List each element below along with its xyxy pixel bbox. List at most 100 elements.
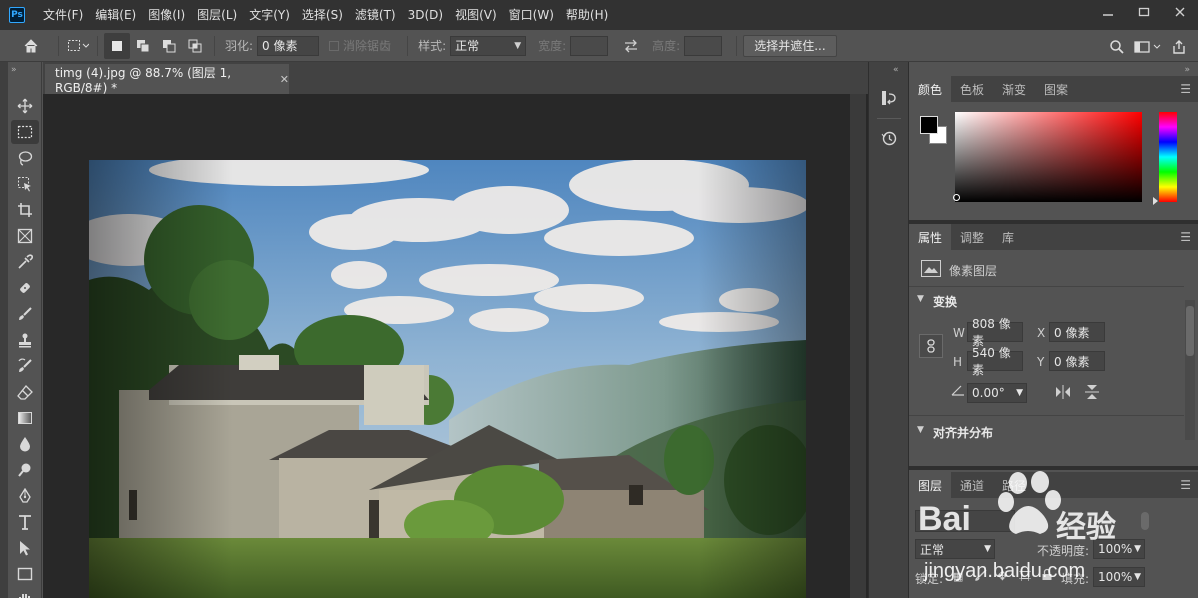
lock-all-icon[interactable] bbox=[1041, 568, 1053, 585]
blend-mode-select[interactable]: 正常 ▼ bbox=[915, 539, 995, 559]
lock-paint-icon[interactable] bbox=[975, 569, 987, 585]
dodge-tool-icon[interactable] bbox=[11, 458, 39, 482]
crop-tool-icon[interactable] bbox=[11, 198, 39, 222]
frame-tool-icon[interactable] bbox=[11, 224, 39, 248]
close-tab-icon[interactable]: ✕ bbox=[280, 73, 289, 86]
width-input[interactable]: 808 像素 bbox=[967, 317, 1023, 348]
layer-filter-select[interactable] bbox=[915, 510, 1015, 532]
tab-gradients[interactable]: 渐变 bbox=[993, 76, 1035, 102]
rectangular-marquee-tool-icon[interactable] bbox=[11, 120, 39, 144]
height-input[interactable] bbox=[684, 35, 723, 56]
menu-file[interactable]: 文件(F) bbox=[37, 0, 89, 30]
menu-image[interactable]: 图像(I) bbox=[142, 0, 191, 30]
swap-icon[interactable] bbox=[618, 33, 644, 59]
width-input[interactable] bbox=[570, 35, 609, 56]
intersect-selection-icon[interactable] bbox=[182, 33, 208, 59]
history-panel-icon[interactable] bbox=[877, 126, 901, 150]
menu-filter[interactable]: 滤镜(T) bbox=[349, 0, 402, 30]
style-select[interactable]: 正常 ▼ bbox=[450, 35, 527, 56]
y-input[interactable]: 0 像素 bbox=[1049, 351, 1105, 371]
align-distribute-section-title[interactable]: 对齐并分布 bbox=[933, 424, 993, 441]
x-input[interactable]: 0 像素 bbox=[1049, 322, 1105, 342]
home-icon[interactable] bbox=[18, 33, 44, 59]
transform-section-title[interactable]: 变换 bbox=[933, 293, 957, 310]
object-selection-tool-icon[interactable] bbox=[11, 172, 39, 196]
collapse-arrows-icon[interactable]: » bbox=[1184, 65, 1190, 75]
type-tool-icon[interactable] bbox=[11, 510, 39, 534]
panel-menu-icon[interactable]: ☰ bbox=[1180, 478, 1191, 492]
brush-tool-icon[interactable] bbox=[11, 302, 39, 326]
path-selection-tool-icon[interactable] bbox=[11, 536, 39, 560]
workspace-icon[interactable] bbox=[1130, 34, 1166, 60]
panel-menu-icon[interactable]: ☰ bbox=[1180, 230, 1191, 244]
feather-input[interactable]: 0 像素 bbox=[257, 35, 320, 56]
add-selection-icon[interactable] bbox=[130, 33, 156, 59]
flip-horizontal-icon[interactable] bbox=[1055, 385, 1071, 403]
fill-input[interactable]: 100% ▼ bbox=[1093, 567, 1145, 587]
menu-select[interactable]: 选择(S) bbox=[296, 0, 349, 30]
filter-toggle[interactable] bbox=[1141, 512, 1149, 530]
clone-stamp-tool-icon[interactable] bbox=[11, 328, 39, 352]
subtract-selection-icon[interactable] bbox=[156, 33, 182, 59]
tab-channels[interactable]: 通道 bbox=[951, 472, 993, 498]
menu-3d[interactable]: 3D(D) bbox=[402, 0, 449, 30]
panel-menu-icon[interactable]: ☰ bbox=[1180, 82, 1191, 96]
chevron-down-icon[interactable]: ▼ bbox=[917, 294, 924, 304]
search-icon[interactable] bbox=[1104, 34, 1130, 60]
lock-transparent-icon[interactable]: ▦ bbox=[953, 570, 963, 583]
angle-input[interactable]: 0.00° ▼ bbox=[967, 383, 1027, 403]
opacity-input[interactable]: 100% ▼ bbox=[1093, 539, 1145, 559]
tab-properties[interactable]: 属性 bbox=[909, 224, 952, 250]
move-tool-icon[interactable] bbox=[11, 94, 39, 118]
maximize-icon[interactable] bbox=[1126, 0, 1162, 24]
new-selection-icon[interactable] bbox=[104, 32, 130, 59]
flip-vertical-icon[interactable] bbox=[1085, 384, 1099, 404]
foreground-color-swatch[interactable] bbox=[920, 116, 938, 134]
antialias-checkbox[interactable] bbox=[329, 40, 340, 51]
menu-edit[interactable]: 编辑(E) bbox=[89, 0, 142, 30]
tab-layers[interactable]: 图层 bbox=[909, 472, 952, 498]
tab-patterns[interactable]: 图案 bbox=[1035, 76, 1077, 102]
pen-tool-icon[interactable] bbox=[11, 484, 39, 508]
select-and-mask-button[interactable]: 选择并遮住... bbox=[743, 34, 837, 57]
lock-artboard-icon[interactable] bbox=[1019, 569, 1031, 585]
scrollbar-thumb[interactable] bbox=[1186, 306, 1194, 356]
hue-slider[interactable] bbox=[1159, 112, 1177, 202]
menu-view[interactable]: 视图(V) bbox=[449, 0, 503, 30]
share-icon[interactable] bbox=[1166, 34, 1192, 60]
height-input[interactable]: 540 像素 bbox=[967, 346, 1023, 377]
healing-brush-tool-icon[interactable] bbox=[11, 276, 39, 300]
close-icon[interactable] bbox=[1162, 0, 1198, 24]
blur-tool-icon[interactable] bbox=[11, 432, 39, 456]
history-brush-tool-icon[interactable] bbox=[11, 354, 39, 378]
tab-adjustments[interactable]: 调整 bbox=[951, 224, 993, 250]
document-tab[interactable]: timg (4).jpg @ 88.7% (图层 1, RGB/8#) * ✕ bbox=[45, 64, 289, 95]
tab-color[interactable]: 颜色 bbox=[909, 76, 952, 102]
marquee-preset-icon[interactable] bbox=[65, 33, 91, 59]
menu-window[interactable]: 窗口(W) bbox=[503, 0, 560, 30]
color-field[interactable] bbox=[955, 112, 1142, 202]
vertical-scrollbar[interactable] bbox=[850, 94, 866, 598]
menu-layer[interactable]: 图层(L) bbox=[191, 0, 243, 30]
lock-move-icon[interactable]: ✥ bbox=[997, 569, 1008, 584]
gradient-tool-icon[interactable] bbox=[11, 406, 39, 430]
hue-slider-handle[interactable] bbox=[1153, 197, 1158, 205]
lasso-tool-icon[interactable] bbox=[11, 146, 39, 170]
menu-type[interactable]: 文字(Y) bbox=[243, 0, 296, 30]
canvas-image[interactable] bbox=[89, 160, 806, 598]
eraser-tool-icon[interactable] bbox=[11, 380, 39, 404]
tab-paths[interactable]: 路径 bbox=[993, 472, 1035, 498]
tab-libraries[interactable]: 库 bbox=[993, 224, 1023, 250]
minimize-icon[interactable] bbox=[1090, 0, 1126, 24]
properties-scrollbar[interactable] bbox=[1185, 300, 1195, 440]
eyedropper-tool-icon[interactable] bbox=[11, 250, 39, 274]
tab-swatches[interactable]: 色板 bbox=[951, 76, 993, 102]
rectangle-tool-icon[interactable] bbox=[11, 562, 39, 586]
toolbar-collapse-strip[interactable] bbox=[0, 62, 8, 598]
chevron-down-icon[interactable]: ▼ bbox=[917, 425, 924, 435]
collapse-arrows-icon[interactable]: « bbox=[893, 65, 899, 75]
color-picker-handle[interactable] bbox=[953, 194, 960, 201]
link-dimensions-icon[interactable] bbox=[919, 334, 943, 358]
menu-help[interactable]: 帮助(H) bbox=[560, 0, 614, 30]
photoshop-logo-icon[interactable]: Ps bbox=[9, 7, 25, 23]
